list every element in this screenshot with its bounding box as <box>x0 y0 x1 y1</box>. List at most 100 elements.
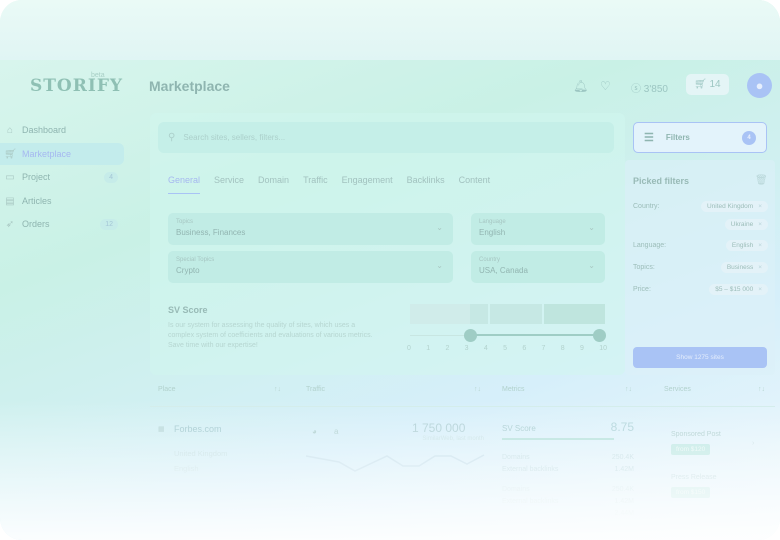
sort-icon[interactable]: ↑↓ <box>474 386 481 393</box>
avatar[interactable]: ● <box>747 73 772 98</box>
tick-label: 6 <box>522 345 527 352</box>
rocket-icon: ➶ <box>5 218 15 230</box>
traffic-sparkline <box>306 454 485 472</box>
sv-score-label: SV Score <box>502 424 536 433</box>
sidebar-item-project[interactable]: ▭ Project 4 <box>0 166 124 188</box>
balance[interactable]: ⓢ 3'850 <box>631 80 668 95</box>
sidebar-item-label: Dashboard <box>22 125 67 135</box>
chip-label: English <box>731 242 754 249</box>
ahrefs-icon[interactable]: a <box>334 427 338 436</box>
chip-label: $5 – $15 000 <box>715 286 754 293</box>
sliders-icon: ☰ <box>644 132 654 144</box>
tick-label: 1 <box>426 345 431 352</box>
metric-label: External backlinks <box>502 498 559 505</box>
close-icon[interactable]: × <box>758 221 762 228</box>
cart-button[interactable]: 🛒︎ 14 <box>686 74 729 95</box>
slider-min-handle[interactable] <box>464 329 477 342</box>
country-select[interactable]: Country USA, Canada ⌄ <box>471 251 605 283</box>
tab-general[interactable]: General <box>168 175 201 194</box>
filter-label: Topics: <box>633 264 655 271</box>
sort-icon[interactable]: ↑↓ <box>758 386 765 393</box>
pie-chart-icon[interactable]: ◕ <box>312 427 317 436</box>
folder-icon: ▭ <box>5 171 15 183</box>
site-country: United Kingdom <box>174 449 228 458</box>
heart-icon[interactable]: ♡ <box>600 79 611 93</box>
trash-icon[interactable]: 🗑︎ <box>755 175 768 186</box>
site-icon: ▦ <box>158 426 165 433</box>
close-icon[interactable]: × <box>758 203 762 210</box>
sidebar-item-label: Project <box>22 172 51 182</box>
top-band <box>0 0 780 60</box>
sidebar-item-label: Marketplace <box>22 149 72 159</box>
filter-chip[interactable]: English × <box>725 240 768 251</box>
language-select[interactable]: Language English ⌄ <box>471 213 605 245</box>
filter-chip[interactable]: Ukraine × <box>724 219 768 230</box>
tick-label: 2 <box>445 345 450 352</box>
tick-label: 3 <box>464 345 469 352</box>
tab-traffic[interactable]: Traffic <box>303 175 328 194</box>
topics-select[interactable]: Topics Business, Finances ⌄ <box>168 213 453 245</box>
filter-label: Country: <box>633 203 660 210</box>
price-tag[interactable]: from $150 <box>671 487 711 498</box>
site-language: English <box>174 464 199 473</box>
field-value: Business, Finances <box>176 228 246 237</box>
count-badge: 12 <box>100 218 118 230</box>
page-title: Marketplace <box>149 78 230 94</box>
field-label: Language <box>479 219 506 225</box>
document-icon: ▤ <box>5 195 15 207</box>
traffic-value: 1 750 000 <box>412 421 466 435</box>
close-icon[interactable]: × <box>758 286 762 293</box>
filter-chip[interactable]: $5 – $15 000 × <box>709 284 768 295</box>
tab-engagement[interactable]: Engagement <box>342 175 393 194</box>
sparkline-line <box>306 454 485 472</box>
chip-label: United Kingdom <box>706 203 754 210</box>
tick-label: 9 <box>579 345 584 352</box>
balance-value: 3'850 <box>643 84 668 95</box>
show-sites-button[interactable]: Show 1275 sites <box>633 347 767 368</box>
metric-label: Domains <box>502 454 530 461</box>
sidebar-item-label: Articles <box>22 196 52 206</box>
sidebar-item-dashboard[interactable]: ⌂ Dashboard <box>0 119 124 141</box>
service-name: Press Release <box>671 474 717 481</box>
column-header-services[interactable]: Services <box>664 386 691 393</box>
histogram-bar <box>490 304 542 324</box>
slider-max-handle[interactable] <box>593 329 606 342</box>
special-topics-select[interactable]: Special Topics Crypto ⌄ <box>168 251 453 283</box>
sidebar-item-orders[interactable]: ➶ Orders 12 <box>0 213 124 235</box>
sidebar-item-marketplace[interactable]: 🛒︎ Marketplace <box>0 143 124 165</box>
price-tag[interactable]: from $120 <box>671 444 711 455</box>
tab-content[interactable]: Content <box>459 175 491 194</box>
column-header-traffic[interactable]: Traffic <box>306 386 325 393</box>
filter-label: Language: <box>633 242 667 249</box>
chevron-down-icon: ⌄ <box>436 223 443 232</box>
metric-label: External backlinks <box>502 466 559 473</box>
search-input[interactable]: ⚲ Search sites, sellers, filters... <box>158 122 614 153</box>
tab-service[interactable]: Service <box>214 175 244 194</box>
filter-chip[interactable]: United Kingdom × <box>700 201 768 212</box>
chevron-down-icon: ⌄ <box>588 261 595 270</box>
close-icon[interactable]: × <box>758 264 762 271</box>
filters-button[interactable]: ☰ Filters 4 <box>633 122 767 153</box>
bell-icon[interactable]: 🔔︎ <box>573 79 588 93</box>
tab-backlinks[interactable]: Backlinks <box>407 175 445 194</box>
field-label: Special Topics <box>176 257 215 263</box>
column-header-place[interactable]: Place <box>158 386 176 393</box>
sv-score-value: 8.75 <box>610 420 634 434</box>
chevron-down-icon: ⌄ <box>436 261 443 270</box>
histogram-bar <box>470 304 488 324</box>
sort-icon[interactable]: ↑↓ <box>274 386 281 393</box>
close-icon[interactable]: × <box>758 242 762 249</box>
tab-domain[interactable]: Domain <box>258 175 289 194</box>
beta-label: beta <box>91 72 105 79</box>
sidebar-item-articles[interactable]: ▤ Articles <box>0 190 124 212</box>
metric-value: 2.44M <box>614 510 634 517</box>
filters-count: 4 <box>742 130 756 145</box>
filter-chip[interactable]: Business × <box>720 262 768 273</box>
chevron-right-icon[interactable]: › <box>752 440 754 447</box>
sv-score-bar <box>502 438 614 440</box>
field-label: Country <box>479 257 501 263</box>
column-header-metrics[interactable]: Metrics <box>502 386 525 393</box>
traffic-source: SimilarWeb, last month <box>422 436 484 442</box>
site-link[interactable]: Forbes.com <box>174 424 222 434</box>
sort-icon[interactable]: ↑↓ <box>625 386 632 393</box>
